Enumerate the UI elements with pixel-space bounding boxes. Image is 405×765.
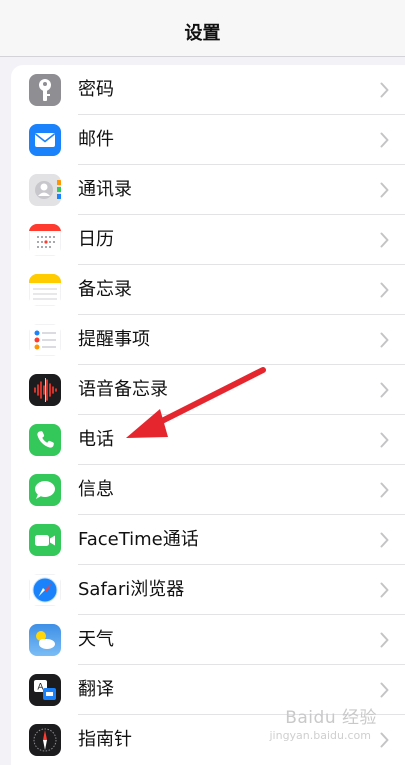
- settings-row-mail[interactable]: 邮件: [11, 115, 405, 165]
- settings-row-label: 指南针: [78, 729, 132, 750]
- settings-row-label: 通讯录: [78, 179, 132, 200]
- settings-row-facetime[interactable]: FaceTime通话: [11, 515, 405, 565]
- chevron-right-icon: [380, 732, 389, 748]
- chevron-right-icon: [380, 132, 389, 148]
- chevron-right-icon: [380, 232, 389, 248]
- translate-icon: A: [29, 674, 61, 706]
- settings-row-label: 提醒事项: [78, 329, 150, 350]
- phone-icon: [29, 424, 61, 456]
- key-icon: [29, 74, 61, 106]
- settings-row-label: 信息: [78, 479, 114, 500]
- watermark-subtext: jingyan.baidu.com: [269, 729, 371, 742]
- contacts-icon: [29, 174, 61, 206]
- watermark-text: Baidu 经验: [285, 708, 377, 728]
- settings-row-contacts[interactable]: 通讯录: [11, 165, 405, 215]
- settings-row-calendar[interactable]: 日历: [11, 215, 405, 265]
- settings-row-label: 日历: [78, 229, 114, 250]
- voice-memos-icon: [29, 374, 61, 406]
- settings-list: 密码 邮件 通讯录 日历 备忘录 提醒事项 语音备忘录 电话 信息 FaceTi…: [11, 65, 405, 765]
- settings-row-label: 邮件: [78, 129, 114, 150]
- settings-row-safari[interactable]: Safari浏览器: [11, 565, 405, 615]
- settings-row-passwords[interactable]: 密码: [11, 65, 405, 115]
- settings-row-reminders[interactable]: 提醒事项: [11, 315, 405, 365]
- reminders-icon: [29, 324, 61, 356]
- settings-row-label: 翻译: [78, 679, 114, 700]
- settings-row-notes[interactable]: 备忘录: [11, 265, 405, 315]
- notes-icon: [29, 274, 61, 306]
- weather-icon: [29, 624, 61, 656]
- chevron-right-icon: [380, 82, 389, 98]
- chevron-right-icon: [380, 282, 389, 298]
- chevron-right-icon: [380, 582, 389, 598]
- mail-icon: [29, 124, 61, 156]
- settings-row-label: 天气: [78, 629, 114, 650]
- chevron-right-icon: [380, 182, 389, 198]
- chevron-right-icon: [380, 532, 389, 548]
- settings-row-voice-memos[interactable]: 语音备忘录: [11, 365, 405, 415]
- settings-row-label: 语音备忘录: [78, 379, 168, 400]
- settings-row-label: Safari浏览器: [78, 579, 185, 600]
- chevron-right-icon: [380, 632, 389, 648]
- chevron-right-icon: [380, 482, 389, 498]
- settings-row-phone[interactable]: 电话: [11, 415, 405, 465]
- messages-icon: [29, 474, 61, 506]
- facetime-icon: [29, 524, 61, 556]
- compass-icon: [29, 724, 61, 756]
- chevron-right-icon: [380, 682, 389, 698]
- chevron-right-icon: [380, 332, 389, 348]
- calendar-icon: [29, 224, 61, 256]
- settings-row-label: 电话: [78, 429, 114, 450]
- settings-row-weather[interactable]: 天气: [11, 615, 405, 665]
- settings-row-messages[interactable]: 信息: [11, 465, 405, 515]
- chevron-right-icon: [380, 382, 389, 398]
- settings-row-label: 备忘录: [78, 279, 132, 300]
- settings-row-label: FaceTime通话: [78, 529, 199, 550]
- safari-icon: [29, 574, 61, 606]
- page-title: 设置: [184, 23, 221, 44]
- settings-row-label: 密码: [78, 79, 114, 100]
- chevron-right-icon: [380, 432, 389, 448]
- navigation-bar: 设置: [0, 0, 405, 57]
